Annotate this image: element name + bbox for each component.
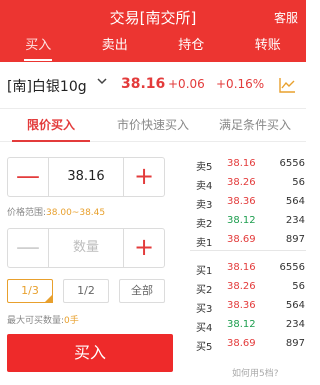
page-title: 交易[南交所] (109, 9, 197, 27)
ask-price: 38.12 (227, 215, 256, 226)
ask-level-label: 卖3 (196, 200, 213, 211)
quantity-minus-button[interactable]: — (8, 229, 49, 267)
tab-limit-buy[interactable]: 限价买入 (0, 109, 102, 142)
bid-price: 38.12 (227, 319, 256, 330)
ask-level-label: 卖2 (196, 219, 213, 230)
ask-volume: 56 (292, 177, 305, 188)
max-buy-quantity-label: 最大可买数量: (7, 316, 65, 326)
bid-level-label: 买4 (196, 323, 213, 334)
ask-volume: 564 (285, 196, 305, 207)
bid-price: 38.36 (227, 300, 256, 311)
bid-price: 38.16 (227, 262, 256, 273)
bid-price: 38.69 (227, 338, 256, 349)
bid-level-label: 买3 (196, 304, 213, 315)
order-book-asks: 卖5 38.16 6556 卖4 38.26 56 卖3 38.36 564 卖… (196, 155, 306, 250)
bid-row[interactable]: 买4 38.12 234 (196, 316, 306, 335)
help-link[interactable]: 如何用5档? (232, 366, 279, 379)
bid-volume: 56 (292, 281, 305, 292)
ask-price: 38.16 (227, 158, 256, 169)
bid-row[interactable]: 买5 38.69 897 (196, 335, 306, 354)
product-price: 38.16 (121, 76, 166, 92)
ask-price: 38.26 (227, 177, 256, 188)
quantity-plus-button[interactable]: + (123, 229, 164, 267)
product-selector[interactable]: [南]白银10g 38.16 +0.06 +0.16% (0, 62, 306, 109)
product-name[interactable]: [南]白银10g (7, 76, 87, 96)
tab-transfer[interactable]: 转账 (230, 34, 307, 62)
tab-sell[interactable]: 卖出 (77, 34, 154, 62)
product-change: +0.06 (168, 77, 205, 91)
bid-volume: 897 (285, 338, 305, 349)
ask-row[interactable]: 卖1 38.69 897 (196, 231, 306, 250)
bid-price: 38.26 (227, 281, 256, 292)
main-tabs: 买入 卖出 持仓 转账 (0, 34, 306, 62)
tab-positions[interactable]: 持仓 (153, 34, 230, 62)
order-book-bids: 买1 38.16 6556 买2 38.26 56 买3 38.36 564 买… (196, 259, 306, 354)
bid-volume: 6556 (279, 262, 305, 273)
bid-level-label: 买5 (196, 342, 213, 353)
order-book-divider (190, 250, 306, 251)
price-minus-button[interactable]: — (8, 158, 49, 196)
bid-level-label: 买2 (196, 285, 213, 296)
bid-row[interactable]: 买2 38.26 56 (196, 278, 306, 297)
quantity-stepper: — 数量 + (7, 228, 165, 268)
bid-volume: 564 (285, 300, 305, 311)
ask-level-label: 卖5 (196, 162, 213, 173)
ask-row[interactable]: 卖4 38.26 56 (196, 174, 306, 193)
max-buy-quantity-value: 0手 (64, 316, 79, 326)
bid-row[interactable]: 买3 38.36 564 (196, 297, 306, 316)
ask-row[interactable]: 卖2 38.12 234 (196, 212, 306, 231)
ask-price: 38.69 (227, 234, 256, 245)
buy-button[interactable]: 买入 (7, 334, 173, 372)
ask-price: 38.36 (227, 196, 256, 207)
ask-level-label: 卖1 (196, 238, 213, 249)
order-type-tabs: 限价买入 市价快速买入 满足条件买入 (0, 109, 306, 142)
price-plus-button[interactable]: + (123, 158, 164, 196)
chart-icon[interactable] (278, 76, 296, 94)
ask-row[interactable]: 卖3 38.36 564 (196, 193, 306, 212)
bid-volume: 234 (285, 319, 305, 330)
quantity-fraction-options: 1/3 1/2 全部 (7, 279, 165, 303)
ask-volume: 897 (285, 234, 305, 245)
bid-level-label: 买1 (196, 266, 213, 277)
tab-market-buy[interactable]: 市价快速买入 (102, 109, 204, 141)
quantity-input[interactable]: 数量 (49, 229, 123, 267)
customer-service-link[interactable]: 客服 (274, 9, 298, 26)
ask-volume: 6556 (279, 158, 305, 169)
price-input[interactable]: 38.16 (49, 158, 123, 196)
max-buy-quantity: 最大可买数量:0手 (7, 313, 79, 326)
fraction-one-third-button[interactable]: 1/3 (7, 279, 53, 303)
ask-row[interactable]: 卖5 38.16 6556 (196, 155, 306, 174)
ask-volume: 234 (285, 215, 305, 226)
ask-level-label: 卖4 (196, 181, 213, 192)
product-change-percent: +0.16% (216, 77, 265, 91)
tab-conditional-buy[interactable]: 满足条件买入 (204, 109, 306, 141)
price-range: 价格范围:38.00~38.45 (7, 205, 105, 218)
price-stepper: — 38.16 + (7, 157, 165, 197)
price-range-label: 价格范围: (7, 208, 47, 218)
tab-buy[interactable]: 买入 (0, 34, 77, 62)
fraction-half-button[interactable]: 1/2 (63, 279, 109, 303)
top-bar: 交易[南交所] 客服 (0, 0, 306, 34)
fraction-all-button[interactable]: 全部 (119, 279, 165, 303)
chevron-down-icon[interactable] (96, 75, 108, 90)
bid-row[interactable]: 买1 38.16 6556 (196, 259, 306, 278)
price-range-value: 38.00~38.45 (46, 208, 106, 218)
